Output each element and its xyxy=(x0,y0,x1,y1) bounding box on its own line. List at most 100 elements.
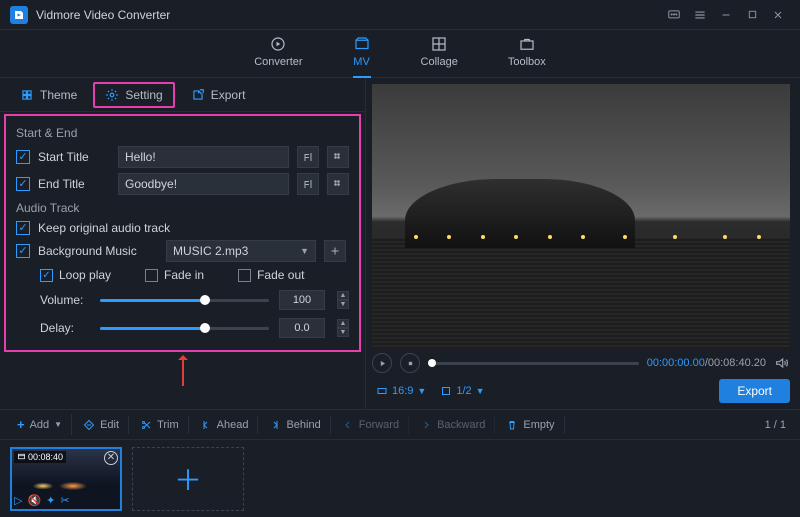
setting-panel: Start & End Start Title Hello! End Title… xyxy=(4,114,361,352)
value-volume[interactable]: 100 xyxy=(279,290,325,310)
body: Theme Setting Export Start & End Start T… xyxy=(0,78,800,409)
maximize-button[interactable] xyxy=(740,3,764,27)
toolbar-ahead[interactable]: Ahead xyxy=(191,416,259,434)
select-bg-music[interactable]: MUSIC 2.mp3 ▼ xyxy=(166,240,316,262)
toolbar-page: 1 / 1 xyxy=(765,419,792,431)
checkbox-fadein[interactable] xyxy=(145,269,158,282)
app-logo-icon xyxy=(10,6,28,24)
volume-down[interactable]: ▼ xyxy=(337,300,349,309)
page-select[interactable]: 1/2 ▼ xyxy=(440,385,484,397)
toolbar-behind[interactable]: Behind xyxy=(260,416,330,434)
tab-toolbox-label: Toolbox xyxy=(508,56,546,68)
app-window: Vidmore Video Converter Converter MV Col… xyxy=(0,0,800,517)
value-delay[interactable]: 0.0 xyxy=(279,318,325,338)
clip-strip: 00:08:40 ✕ ▷ 🔇 ✦ ✂ ＋ xyxy=(0,439,800,517)
clip-star-icon[interactable]: ✦ xyxy=(46,494,55,507)
tab-collage[interactable]: Collage xyxy=(421,35,458,72)
play-button[interactable] xyxy=(372,353,392,373)
aspect-ratio-select[interactable]: 16:9 ▼ xyxy=(376,385,426,397)
label-start-title: Start Title xyxy=(38,150,110,164)
clip-trim-icon[interactable]: ✂ xyxy=(60,494,69,507)
feedback-icon[interactable] xyxy=(662,3,686,27)
section-audio-track: Audio Track xyxy=(16,201,349,215)
label-volume: Volume: xyxy=(40,293,90,307)
subtab-setting[interactable]: Setting xyxy=(93,82,174,108)
slider-volume[interactable] xyxy=(100,299,269,302)
checkbox-loop[interactable] xyxy=(40,269,53,282)
delay-down[interactable]: ▼ xyxy=(337,328,349,337)
playback-controls: 00:00:00.00/00:08:40.20 xyxy=(366,349,800,373)
add-music-button[interactable] xyxy=(324,240,346,262)
subtab-export-label: Export xyxy=(211,88,246,102)
left-panel: Theme Setting Export Start & End Start T… xyxy=(0,78,366,409)
tab-converter[interactable]: Converter xyxy=(254,35,302,72)
progress-bar[interactable] xyxy=(428,362,639,365)
label-delay: Delay: xyxy=(40,321,90,335)
input-start-title[interactable]: Hello! xyxy=(118,146,289,168)
add-clip-button[interactable]: ＋ xyxy=(132,447,244,511)
row-start-title: Start Title Hello! xyxy=(16,146,349,168)
clip-duration: 00:08:40 xyxy=(14,451,66,463)
toolbar-backward[interactable]: Backward xyxy=(411,416,495,434)
right-panel: 00:00:00.00/00:08:40.20 16:9 ▼ 1/2 ▼ Exp… xyxy=(366,78,800,409)
tab-mv[interactable]: MV xyxy=(353,35,371,72)
row-volume: Volume: 100 ▲▼ xyxy=(40,290,349,310)
checkbox-fadeout[interactable] xyxy=(238,269,251,282)
chevron-down-icon: ▼ xyxy=(300,246,309,256)
checkbox-end-title[interactable] xyxy=(16,177,30,191)
clip-thumbnail[interactable]: 00:08:40 ✕ ▷ 🔇 ✦ ✂ xyxy=(10,447,122,511)
minimize-button[interactable] xyxy=(714,3,738,27)
slider-delay[interactable] xyxy=(100,327,269,330)
clip-remove-button[interactable]: ✕ xyxy=(104,451,118,465)
volume-up[interactable]: ▲ xyxy=(337,291,349,300)
main-nav: Converter MV Collage Toolbox xyxy=(0,30,800,78)
font-button-start[interactable] xyxy=(297,146,319,168)
color-button-start[interactable] xyxy=(327,146,349,168)
label-fadeout: Fade out xyxy=(257,268,304,282)
toolbar-add[interactable]: +Add▼ xyxy=(8,414,72,435)
delay-up[interactable]: ▲ xyxy=(337,319,349,328)
label-keep-original: Keep original audio track xyxy=(38,221,170,235)
label-end-title: End Title xyxy=(38,177,110,191)
row-bg-music: Background Music MUSIC 2.mp3 ▼ xyxy=(16,240,349,262)
export-button[interactable]: Export xyxy=(719,379,790,403)
volume-icon[interactable] xyxy=(774,355,790,371)
color-button-end[interactable] xyxy=(327,173,349,195)
toolbar-empty[interactable]: Empty xyxy=(497,416,564,434)
checkbox-start-title[interactable] xyxy=(16,150,30,164)
subtab-export[interactable]: Export xyxy=(179,82,258,108)
label-fadein: Fade in xyxy=(164,268,204,282)
close-button[interactable] xyxy=(766,3,790,27)
time-display: 00:00:00.00/00:08:40.20 xyxy=(647,357,766,369)
toolbar-forward[interactable]: Forward xyxy=(333,416,409,434)
clip-mute-icon[interactable]: 🔇 xyxy=(27,494,41,507)
clip-play-icon[interactable]: ▷ xyxy=(14,494,22,507)
tab-toolbox[interactable]: Toolbox xyxy=(508,35,546,72)
clip-toolbar: +Add▼ Edit Trim Ahead Behind Forward Bac… xyxy=(0,409,800,439)
label-bg-music: Background Music xyxy=(38,244,158,258)
subtab-theme-label: Theme xyxy=(40,88,77,102)
font-button-end[interactable] xyxy=(297,173,319,195)
video-preview[interactable] xyxy=(372,84,790,349)
menu-icon[interactable] xyxy=(688,3,712,27)
row-keep-original: Keep original audio track xyxy=(16,221,349,235)
tab-collage-label: Collage xyxy=(421,56,458,68)
preview-options: 16:9 ▼ 1/2 ▼ Export xyxy=(366,373,800,409)
titlebar: Vidmore Video Converter xyxy=(0,0,800,30)
section-start-end: Start & End xyxy=(16,126,349,140)
tab-converter-label: Converter xyxy=(254,56,302,68)
toolbar-trim[interactable]: Trim xyxy=(131,416,189,434)
callout-arrow-icon xyxy=(182,350,184,386)
sub-tabs: Theme Setting Export xyxy=(0,78,365,112)
app-title: Vidmore Video Converter xyxy=(36,8,170,22)
subtab-theme[interactable]: Theme xyxy=(8,82,89,108)
input-end-title[interactable]: Goodbye! xyxy=(118,173,289,195)
stop-button[interactable] xyxy=(400,353,420,373)
toolbar-edit[interactable]: Edit xyxy=(74,416,129,434)
label-loop: Loop play xyxy=(59,268,111,282)
row-end-title: End Title Goodbye! xyxy=(16,173,349,195)
checkbox-bg-music[interactable] xyxy=(16,244,30,258)
row-delay: Delay: 0.0 ▲▼ xyxy=(40,318,349,338)
checkbox-keep-original[interactable] xyxy=(16,221,30,235)
row-playback-options: Loop play Fade in Fade out xyxy=(40,268,349,282)
